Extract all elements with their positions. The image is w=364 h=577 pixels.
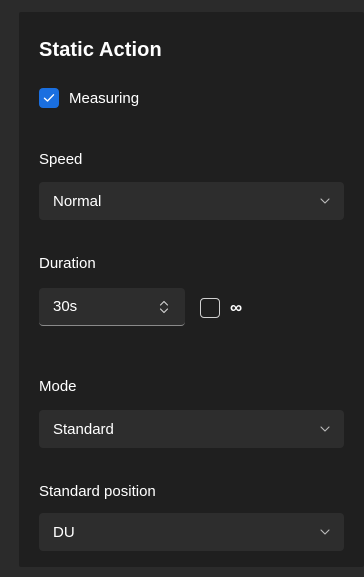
measuring-checkbox-row[interactable]: Measuring [39, 88, 139, 108]
infinity-label: ∞ [230, 298, 243, 317]
standard-position-label: Standard position [39, 483, 156, 500]
checkmark-icon [43, 94, 55, 102]
standard-position-dropdown[interactable]: DU [39, 513, 344, 551]
measuring-label: Measuring [69, 89, 140, 107]
measuring-checkbox[interactable] [39, 88, 59, 108]
standard-position-value: DU [53, 523, 75, 541]
panel-title: Static Action [39, 39, 162, 61]
speed-value: Normal [53, 192, 102, 210]
speed-label: Speed [39, 151, 83, 168]
mode-label: Mode [39, 378, 77, 395]
speed-dropdown[interactable]: Normal [39, 182, 344, 220]
up-down-arrows-icon[interactable] [157, 298, 171, 316]
chevron-down-icon [320, 424, 330, 434]
infinite-checkbox-row[interactable]: ∞ [200, 298, 242, 318]
mode-value: Standard [53, 420, 114, 438]
static-action-panel: Static Action Measuring Speed Normal Dur… [19, 12, 364, 567]
duration-value: 30s [53, 298, 78, 315]
chevron-down-icon [320, 527, 330, 537]
mode-dropdown[interactable]: Standard [39, 410, 344, 448]
duration-label: Duration [39, 255, 96, 272]
chevron-down-icon [320, 196, 330, 206]
infinite-checkbox[interactable] [200, 298, 220, 318]
duration-spinbox[interactable]: 30s [39, 288, 185, 326]
